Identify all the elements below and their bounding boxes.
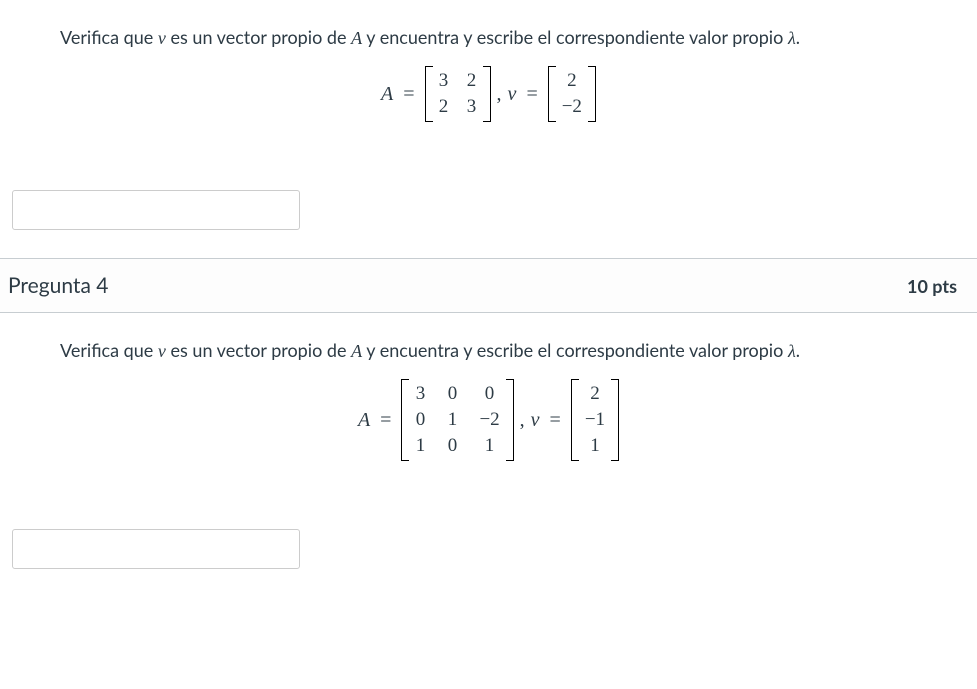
matrix-A-label: A bbox=[358, 409, 370, 432]
var-lambda: λ bbox=[788, 28, 796, 48]
var-lambda: λ bbox=[788, 341, 796, 361]
matrix-cell: 0 bbox=[447, 435, 457, 457]
matrix-cell: 0 bbox=[447, 383, 457, 405]
vector-cell: 1 bbox=[590, 435, 600, 457]
answer-input[interactable] bbox=[12, 529, 300, 569]
matrix-cell: 1 bbox=[485, 435, 495, 457]
question-3-prompt: Verifica que v es un vector propio de A … bbox=[60, 25, 917, 51]
var-A: A bbox=[351, 28, 362, 48]
prompt-text: y encuentra y escribe el correspondiente… bbox=[362, 339, 788, 361]
equals-sign: = bbox=[403, 83, 414, 106]
question-3-formula: A = 3 2 2 3 , v = bbox=[60, 66, 917, 122]
matrix-cell: 3 bbox=[439, 70, 449, 92]
matrix-cell: 2 bbox=[439, 96, 449, 118]
matrix-cell: 2 bbox=[467, 70, 477, 92]
matrix-A: 3 0 0 0 1 −2 1 0 1 bbox=[401, 379, 513, 461]
vector-v-label: v bbox=[508, 83, 517, 106]
prompt-text: Verifica que bbox=[60, 26, 158, 48]
prompt-text: es un vector propio de bbox=[166, 26, 351, 48]
question-4-formula: A = 3 0 0 0 1 −2 1 0 1 bbox=[60, 379, 917, 461]
prompt-text: y encuentra y escribe el correspondiente… bbox=[362, 26, 788, 48]
equals-sign: = bbox=[526, 83, 537, 106]
question-3-answer-row bbox=[0, 172, 977, 258]
prompt-text: . bbox=[796, 26, 800, 48]
matrix-A-label: A bbox=[381, 83, 393, 106]
comma: , bbox=[520, 409, 525, 432]
equals-sign: = bbox=[550, 409, 561, 432]
matrix-A: 3 2 2 3 bbox=[425, 66, 491, 122]
question-4-body: Verifica que v es un vector propio de A … bbox=[0, 313, 977, 511]
question-points: 10 pts bbox=[907, 275, 957, 297]
equals-sign: = bbox=[380, 409, 391, 432]
matrix-cell: 3 bbox=[415, 383, 425, 405]
comma: , bbox=[497, 83, 502, 106]
matrix-cell: 1 bbox=[447, 409, 457, 431]
answer-input[interactable] bbox=[12, 190, 300, 230]
vector-v: 2 −1 1 bbox=[571, 379, 619, 461]
vector-v-label: v bbox=[531, 409, 540, 432]
vector-cell: 2 bbox=[590, 383, 600, 405]
question-4-answer-row bbox=[0, 511, 977, 597]
matrix-cell: 0 bbox=[485, 383, 495, 405]
question-title: Pregunta 4 bbox=[8, 273, 108, 298]
matrix-cell: −2 bbox=[479, 409, 499, 431]
prompt-text: . bbox=[796, 339, 800, 361]
vector-cell: −2 bbox=[562, 96, 582, 118]
var-v: v bbox=[158, 341, 166, 361]
question-4-prompt: Verifica que v es un vector propio de A … bbox=[60, 338, 917, 364]
var-A: A bbox=[351, 341, 362, 361]
matrix-cell: 1 bbox=[415, 435, 425, 457]
prompt-text: Verifica que bbox=[60, 339, 158, 361]
matrix-cell: 3 bbox=[467, 96, 477, 118]
prompt-text: es un vector propio de bbox=[166, 339, 351, 361]
question-3-block: Verifica que v es un vector propio de A … bbox=[0, 0, 977, 258]
vector-v: 2 −2 bbox=[548, 66, 596, 122]
vector-cell: 2 bbox=[567, 70, 577, 92]
matrix-cell: 0 bbox=[415, 409, 425, 431]
vector-cell: −1 bbox=[585, 409, 605, 431]
question-3-body: Verifica que v es un vector propio de A … bbox=[0, 0, 977, 172]
question-4-block: Verifica que v es un vector propio de A … bbox=[0, 313, 977, 597]
var-v: v bbox=[158, 28, 166, 48]
question-4-header: Pregunta 4 10 pts bbox=[0, 258, 977, 313]
